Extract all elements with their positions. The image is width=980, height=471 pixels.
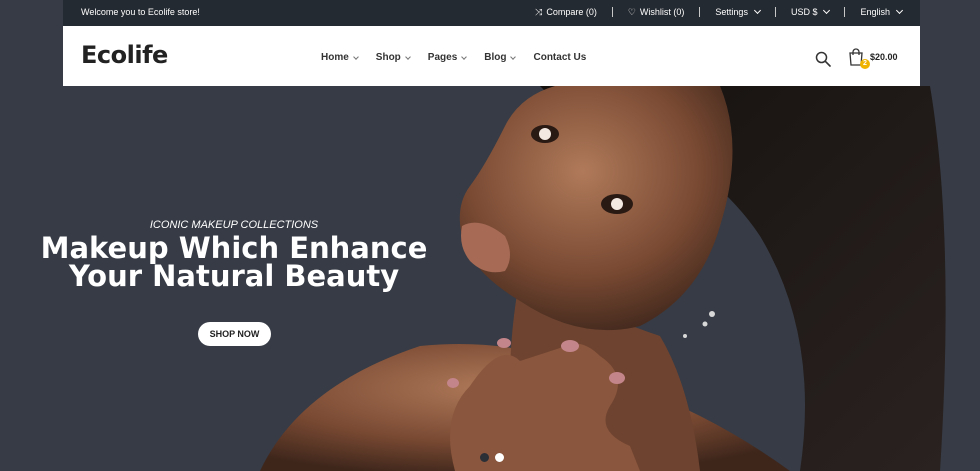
nav-shop-label: Shop [375, 52, 401, 63]
top-bar-links: ⤨ Compare (0) ♡ Wishlist (0) Settings US… [535, 6, 904, 17]
search-icon[interactable] [815, 51, 831, 67]
language-label: English [860, 7, 890, 17]
compare-label: Compare (0) [546, 7, 597, 17]
chevron-down-icon [895, 6, 904, 15]
chevron-down-icon [352, 53, 359, 60]
nav-home[interactable]: Home [321, 52, 359, 63]
settings-dropdown[interactable]: Settings [715, 6, 761, 17]
nav-contact-label: Contact Us [533, 52, 587, 63]
slider-pagination [480, 453, 504, 462]
welcome-text: Welcome you to Ecolife store! [81, 7, 200, 17]
shopping-bag-icon: 2 [848, 48, 870, 69]
hero-title-line-2: Your Natural Beauty [68, 259, 400, 293]
slider-dot-2[interactable] [495, 453, 504, 462]
divider [774, 7, 776, 17]
cart-total: $20.00 [870, 52, 898, 62]
chevron-down-icon [823, 6, 831, 15]
heart-icon: ♡ [627, 6, 636, 17]
nav-home-label: Home [321, 52, 349, 63]
nav-pages-label: Pages [427, 52, 458, 63]
nav-shop[interactable]: Shop [375, 52, 411, 63]
chevron-down-icon [753, 6, 761, 15]
language-dropdown[interactable]: English [860, 6, 904, 17]
logo[interactable]: Ecolife [81, 41, 168, 69]
chevron-down-icon [510, 53, 517, 60]
cart-count-badge: 2 [860, 59, 870, 69]
hero-slider: ICONIC MAKEUP COLLECTIONS Makeup Which E… [0, 86, 980, 471]
slider-dot-1[interactable] [480, 453, 489, 462]
hero-title-line-1: Makeup Which Enhance [40, 231, 428, 265]
shop-now-button[interactable]: SHOP NOW [198, 322, 271, 346]
divider [844, 7, 846, 17]
main-header: Ecolife Home Shop Pages Blog Contact Us [63, 26, 920, 86]
nav-blog-label: Blog [484, 52, 507, 63]
shuffle-icon: ⤨ [535, 6, 543, 17]
currency-label: USD $ [790, 7, 818, 17]
wishlist-label: Wishlist (0) [639, 7, 685, 17]
divider [699, 7, 701, 17]
currency-dropdown[interactable]: USD $ [790, 6, 831, 17]
main-nav: Home Shop Pages Blog Contact Us [321, 52, 586, 63]
wishlist-link[interactable]: ♡ Wishlist (0) [628, 7, 685, 17]
nav-contact[interactable]: Contact Us [533, 52, 586, 63]
divider [611, 7, 613, 17]
nav-blog[interactable]: Blog [484, 52, 517, 63]
hero-subtitle: ICONIC MAKEUP COLLECTIONS [149, 219, 319, 231]
hero-title: Makeup Which Enhance Your Natural Beauty [0, 231, 468, 293]
cart-button[interactable]: 2 $20.00 [848, 48, 898, 69]
compare-link[interactable]: ⤨ Compare (0) [535, 7, 597, 17]
chevron-down-icon [461, 53, 468, 60]
top-bar: Welcome you to Ecolife store! ⤨ Compare … [63, 0, 920, 26]
nav-pages[interactable]: Pages [427, 52, 468, 63]
page: Welcome you to Ecolife store! ⤨ Compare … [0, 0, 980, 471]
settings-label: Settings [715, 7, 748, 17]
chevron-down-icon [404, 53, 411, 60]
